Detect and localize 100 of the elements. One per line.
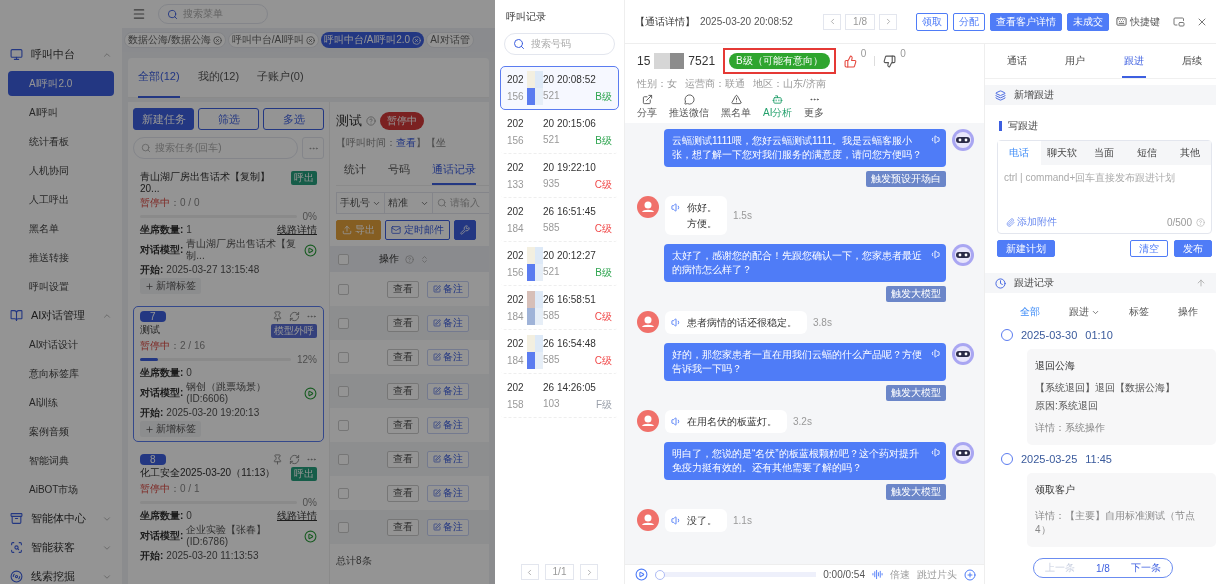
header-button[interactable]: 未成交 <box>1067 12 1109 31</box>
audio-thumb[interactable] <box>655 569 665 580</box>
menu-group[interactable]: 智能体中心 <box>0 504 122 533</box>
pin-icon[interactable] <box>272 454 283 465</box>
note-button[interactable]: 备注 <box>427 484 469 502</box>
note-button[interactable]: 备注 <box>427 348 469 366</box>
filter-tab[interactable]: 操作 <box>1177 305 1198 319</box>
speaker-icon[interactable] <box>671 515 682 526</box>
filter-tab[interactable]: 标签 <box>1128 305 1149 319</box>
channel-tab[interactable]: 聊天软 <box>1040 141 1084 165</box>
menu-item[interactable]: 呼叫设置 <box>8 274 114 299</box>
next-button[interactable] <box>879 13 897 30</box>
speaker-icon[interactable] <box>929 249 940 260</box>
sort-icon[interactable] <box>420 254 429 264</box>
follow-up-input[interactable]: ctrl | command+回车直接发布跟进计划 <box>998 165 1211 215</box>
filter-tab[interactable]: 全部 <box>1019 305 1040 319</box>
checkbox[interactable] <box>338 283 349 295</box>
view-button[interactable]: 查看 <box>387 314 419 332</box>
call-record[interactable]: 202 20 20:15:06 156 521 B级 <box>500 110 619 154</box>
mail-button[interactable]: 定时邮件 <box>385 220 450 240</box>
more-button[interactable] <box>302 137 324 159</box>
note-button[interactable]: 备注 <box>427 280 469 298</box>
speed-button[interactable]: 倍速 <box>890 567 910 582</box>
action-button[interactable]: 分享 <box>637 94 657 120</box>
play-icon[interactable] <box>304 529 317 543</box>
note-button[interactable]: 备注 <box>427 314 469 332</box>
close-icon[interactable] <box>212 35 222 45</box>
panel-tab[interactable]: 跟进 <box>1121 44 1146 78</box>
attach-link[interactable]: 添加附件 <box>1006 215 1057 229</box>
follow-up-editor[interactable]: 电话 聊天软 当面 短信 其他 ctrl | command+回车直接发布跟进计划 添加附件 0/500 <box>997 140 1212 234</box>
action-button[interactable]: 更多 <box>804 94 825 120</box>
thumbs-down-icon[interactable] <box>883 54 897 68</box>
menu-item[interactable]: 人机协同 <box>8 158 114 183</box>
speaker-icon[interactable] <box>929 348 940 359</box>
note-button[interactable]: 备注 <box>427 416 469 434</box>
action-button[interactable]: AI分析 <box>763 94 793 120</box>
menu-item[interactable]: AI呼叫 <box>8 100 114 125</box>
add-tag-button[interactable]: 新增标签 <box>140 421 201 437</box>
view-tab[interactable]: 我的(12) <box>197 57 240 98</box>
call-record[interactable]: 202 26 16:58:51 184 585 C级 <box>500 286 619 330</box>
publish-button[interactable]: 发布 <box>1174 240 1212 257</box>
action-button[interactable]: 推送微信 <box>669 94 709 120</box>
page-tab[interactable]: 呼叫中台/AI呼叫2.0 <box>321 32 425 48</box>
line-details-link[interactable]: 线路详情 <box>277 224 317 236</box>
thumbs-up-icon[interactable] <box>843 54 857 68</box>
menu-item[interactable]: 推送转接 <box>8 245 114 270</box>
panel-tab[interactable]: 通话 <box>1005 44 1029 78</box>
tool-button[interactable] <box>454 220 476 240</box>
refresh-icon[interactable] <box>289 311 300 322</box>
view-button[interactable]: 查看 <box>387 382 419 400</box>
note-button[interactable]: 备注 <box>427 382 469 400</box>
checkbox[interactable] <box>338 385 349 397</box>
view-button[interactable]: 查看 <box>387 484 419 502</box>
menu-group[interactable]: 呼叫中台 <box>0 40 122 69</box>
view-tab[interactable]: 全部(12) <box>138 57 180 98</box>
call-record[interactable]: 202 26 14:26:05 158 103 F级 <box>500 374 619 418</box>
page-tab[interactable]: 呼叫中台/AI呼叫 <box>227 32 319 48</box>
view-button[interactable]: 查看 <box>387 416 419 434</box>
pin-icon[interactable] <box>272 311 283 322</box>
play-icon[interactable] <box>304 386 317 400</box>
clear-button[interactable]: 清空 <box>1130 240 1168 257</box>
menu-item[interactable]: AiBOT市场 <box>8 477 114 502</box>
menu-item[interactable]: AI训练 <box>8 390 114 415</box>
view-button[interactable]: 查看 <box>387 518 419 536</box>
shortcut-button[interactable]: 快捷键 <box>1116 14 1160 29</box>
prev-button[interactable] <box>823 13 842 30</box>
new-plan-button[interactable]: 新建计划 <box>997 240 1055 257</box>
header-button[interactable]: 查看客户详情 <box>990 12 1062 31</box>
checkbox[interactable] <box>338 487 349 499</box>
menu-item[interactable]: 黑名单 <box>8 216 114 241</box>
menu-item[interactable]: 案例音频 <box>8 419 114 444</box>
page-tab[interactable]: AI对话管 <box>426 32 474 48</box>
header-button[interactable]: 分配 <box>953 12 985 31</box>
menu-item[interactable]: 意向标签库 <box>8 361 114 386</box>
page-tab[interactable]: 数据公海/数据公海 <box>124 32 226 48</box>
refresh-icon[interactable] <box>289 454 300 465</box>
call-record[interactable]: 202 20 19:22:10 133 935 C级 <box>500 154 619 198</box>
channel-tab[interactable]: 短信 <box>1125 141 1169 165</box>
menu-item[interactable]: 人工呼出 <box>8 187 114 212</box>
checkbox[interactable] <box>338 253 349 265</box>
checkbox[interactable] <box>338 419 349 431</box>
checkbox[interactable] <box>338 521 349 533</box>
action-button[interactable]: 黑名单 <box>721 94 751 120</box>
call-record[interactable]: 202 20 20:12:27 156 521 B级 <box>500 242 619 286</box>
view-button[interactable]: 查看 <box>387 450 419 468</box>
skip-intro-button[interactable]: 跳过片头 <box>917 567 957 582</box>
channel-tab[interactable]: 其他 <box>1168 141 1211 165</box>
detail-tab[interactable]: 通话记录 <box>432 156 476 185</box>
menu-item[interactable]: 智能词典 <box>8 448 114 473</box>
task-button[interactable]: 筛选 <box>198 108 259 130</box>
play-icon[interactable] <box>635 568 648 581</box>
line-details-link[interactable]: 线路详情 <box>277 510 317 522</box>
checkbox[interactable] <box>338 351 349 363</box>
add-tag-button[interactable]: 新增标签 <box>140 278 201 294</box>
speaker-icon[interactable] <box>671 416 682 427</box>
menu-group[interactable]: 线索挖掘 <box>0 562 122 584</box>
detail-tab[interactable]: 号码 <box>388 156 410 185</box>
panel-tab[interactable]: 用户 <box>1063 44 1088 78</box>
task-button[interactable]: 多选 <box>263 108 324 130</box>
speaker-icon[interactable] <box>929 447 940 458</box>
